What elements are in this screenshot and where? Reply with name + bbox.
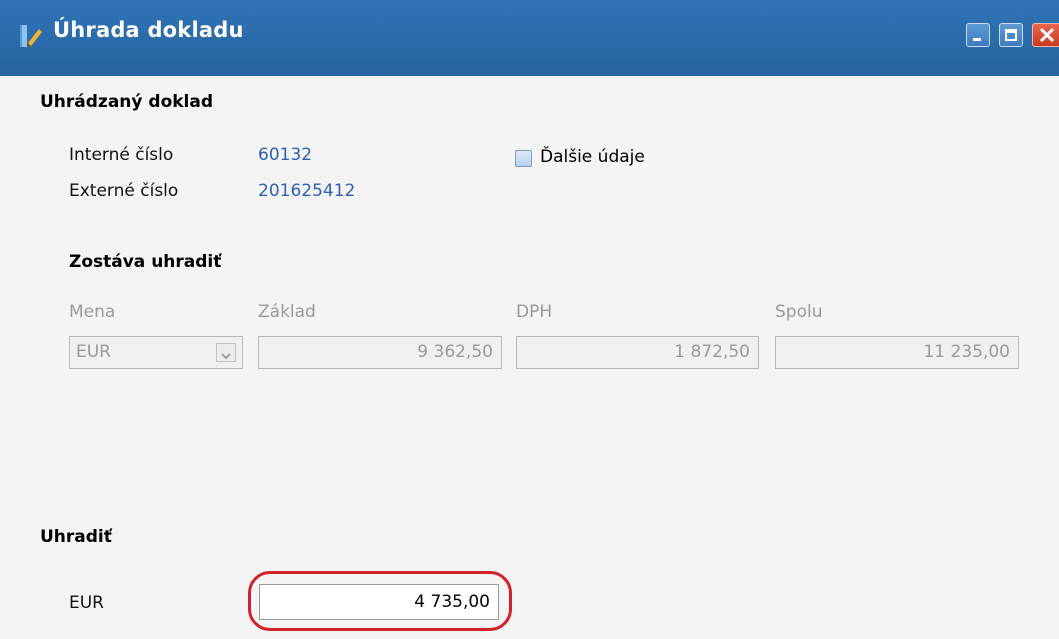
maximize-icon <box>1005 29 1017 41</box>
base-amount-value: 9 362,50 <box>417 342 493 362</box>
external-number-value: 201625412 <box>258 181 356 201</box>
title-bar[interactable]: Úhrada dokladu <box>0 0 1059 76</box>
total-amount-field: 11 235,00 <box>775 336 1019 369</box>
internal-number-label: Interné číslo <box>69 145 174 165</box>
base-label: Základ <box>258 302 316 322</box>
remaining-section-heading: Zostáva uhradiť <box>69 252 222 272</box>
total-amount-value: 11 235,00 <box>923 342 1010 362</box>
internal-number-value: 60132 <box>258 145 313 165</box>
pay-currency-label: EUR <box>69 593 104 613</box>
highlight-ring <box>248 571 512 631</box>
total-label: Spolu <box>775 302 823 322</box>
document-section-heading: Uhrádzaný doklad <box>40 92 214 112</box>
currency-label: Mena <box>69 302 116 322</box>
currency-select-value: EUR <box>76 342 111 362</box>
close-icon <box>1039 27 1055 43</box>
external-number-label: Externé číslo <box>69 181 179 201</box>
base-amount-field: 9 362,50 <box>258 336 502 369</box>
minimize-icon <box>973 38 981 41</box>
vat-amount-value: 1 872,50 <box>674 342 750 362</box>
more-details-checkbox[interactable] <box>515 150 532 167</box>
close-button[interactable] <box>1032 23 1059 47</box>
chevron-down-icon <box>216 343 236 362</box>
pencil-document-icon <box>19 23 43 49</box>
vat-label: DPH <box>516 302 553 322</box>
pay-section-heading: Uhradiť <box>40 527 112 547</box>
payment-dialog: Úhrada dokladu Uhrádzaný doklad Interné … <box>0 0 1059 639</box>
more-details-label[interactable]: Ďalšie údaje <box>540 147 645 167</box>
minimize-button[interactable] <box>966 23 990 47</box>
currency-select: EUR <box>69 336 243 369</box>
vat-amount-field: 1 872,50 <box>516 336 759 369</box>
window-title: Úhrada dokladu <box>53 18 244 42</box>
maximize-button[interactable] <box>999 23 1023 47</box>
